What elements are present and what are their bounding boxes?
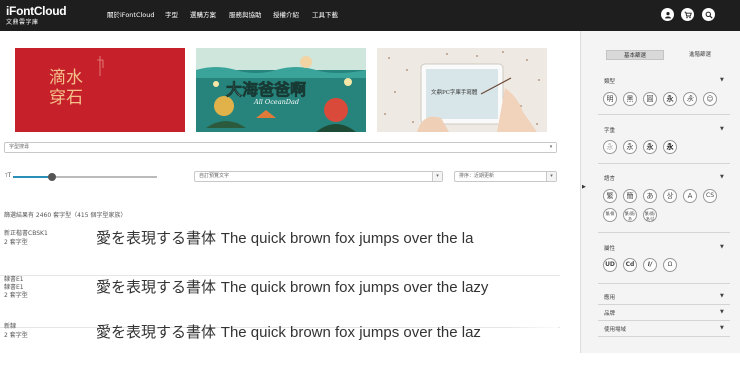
sample-fade	[508, 279, 558, 301]
feature-symbol[interactable]: Ω	[663, 258, 677, 272]
font-count: 2 套字型	[4, 332, 28, 339]
feature-ud[interactable]: UD	[603, 258, 617, 272]
cart-icon[interactable]	[681, 8, 694, 21]
sort-label: 排序：近期更新	[459, 173, 495, 179]
weight-bold[interactable]: 永	[643, 140, 657, 154]
font-row[interactable]: 新正楷書CBSK1 2 套字型 愛を表現する書体 The quick brown…	[0, 224, 560, 276]
collapse-panel-icon[interactable]: ▶	[582, 184, 586, 190]
caret-down-icon[interactable]: ▼	[720, 126, 724, 132]
size-slider-fill	[13, 176, 52, 178]
top-navigation-bar: iFontCloud 文鼎雲字庫 關於iFontCloud 字型 選購方案 服務…	[0, 0, 740, 31]
divider	[598, 304, 730, 305]
font-name[interactable]: 隸書E1	[4, 276, 24, 284]
caret-down-icon[interactable]: ▼	[720, 293, 724, 299]
font-category-label: 字型搜尋	[9, 144, 30, 150]
style-fun[interactable]: ☺	[703, 92, 717, 106]
divider	[598, 320, 730, 321]
banner-red-art	[15, 48, 185, 132]
nav-fonts[interactable]: 字型	[165, 9, 178, 19]
search-icon[interactable]	[702, 8, 715, 21]
weight-regular[interactable]: 永	[623, 140, 637, 154]
weight-heavy[interactable]: 永	[663, 140, 677, 154]
sample-text-label: 自訂預覽文字	[199, 173, 230, 179]
nav-about[interactable]: 關於iFontCloud	[107, 9, 155, 19]
section-feature-title: 屬性	[604, 246, 616, 252]
lang-cs[interactable]: CS	[703, 189, 717, 203]
font-name[interactable]: 新隸	[4, 323, 16, 331]
nav-plans[interactable]: 選購方案	[190, 9, 216, 19]
caret-down-icon[interactable]: ▼	[720, 244, 724, 250]
lang-japanese[interactable]: あ	[643, 189, 657, 203]
font-sample[interactable]: 愛を表現する書体 The quick brown fox jumps over …	[96, 228, 556, 249]
sort-select[interactable]: 排序：近期更新 ▾	[454, 171, 557, 182]
divider	[598, 114, 730, 115]
caret-down-icon[interactable]: ▼	[720, 309, 724, 315]
divider	[598, 283, 730, 284]
lang-trad-simp[interactable]: 繁/簡	[603, 208, 617, 222]
banner-ocean[interactable]: 大海爸爸啊 All OceanDad	[196, 48, 366, 132]
style-yuan[interactable]: 圓	[643, 92, 657, 106]
font-name-variant: 隸書E1	[4, 284, 24, 291]
feature-italic[interactable]: I/	[643, 258, 657, 272]
font-row[interactable]: 新隸 2 套字型 愛を表現する書体 The quick brown fox ju…	[0, 322, 560, 374]
tab-advanced-filter[interactable]: 進階篩選	[671, 50, 729, 60]
sample-fade	[508, 230, 558, 252]
style-script[interactable]: 永	[683, 92, 697, 106]
user-icon[interactable]	[661, 8, 674, 21]
weight-light[interactable]: 永	[603, 140, 617, 154]
chevron-down-icon: ▾	[546, 172, 556, 181]
chevron-down-icon: ▾	[546, 143, 556, 152]
lang-trad-simp-jp-kr[interactable]: 繁/簡/あ/상	[643, 208, 657, 222]
feature-cd[interactable]: Cd	[623, 258, 637, 272]
result-summary: 篩選結果有 2460 套字型（415 個字型家族）	[4, 212, 127, 219]
logo-subtitle: 文鼎雲字庫	[6, 19, 39, 26]
style-hei[interactable]: 黑	[623, 92, 637, 106]
caret-down-icon[interactable]: ▼	[720, 77, 724, 83]
banner-red-text: 滴水穿石	[49, 68, 83, 108]
tab-basic-filter[interactable]: 基本篩選	[606, 50, 664, 60]
font-row[interactable]: 隸書E1 隸書E1 2 套字型 愛を表現する書体 The quick brown…	[0, 276, 560, 328]
banner-red[interactable]: 滴水穿石	[15, 48, 185, 132]
lang-latin[interactable]: A	[683, 189, 697, 203]
lang-trad-simp-jp[interactable]: 繁/簡/あ	[623, 208, 637, 222]
caret-down-icon[interactable]: ▼	[720, 325, 724, 331]
lang-korean[interactable]: 상	[663, 189, 677, 203]
main-content: 滴水穿石 大海爸爸啊 All OceanDad 文鼎PC字庫手寫體 字型搜尋 ▾…	[0, 31, 580, 353]
size-slider[interactable]	[13, 173, 157, 181]
banner-tablet-text: 文鼎PC字庫手寫體	[431, 90, 478, 96]
style-calligraphy[interactable]: 永	[663, 92, 677, 106]
size-slider-thumb[interactable]	[47, 173, 56, 181]
section-style-title: 類型	[604, 79, 616, 85]
logo[interactable]: iFontCloud	[6, 4, 67, 18]
font-sample[interactable]: 愛を表現する書体 The quick brown fox jumps over …	[96, 277, 556, 298]
size-label: TT	[5, 172, 12, 179]
section-use-title[interactable]: 應用	[604, 293, 615, 301]
section-weight-title: 字重	[604, 128, 616, 134]
section-brand-title[interactable]: 品牌	[604, 309, 615, 317]
chevron-down-icon: ▾	[432, 172, 442, 181]
sample-text-input[interactable]: 自訂預覽文字 ▾	[194, 171, 443, 182]
nav-license[interactable]: 授權介紹	[273, 9, 299, 19]
banner-ocean-subtitle: All OceanDad	[254, 98, 300, 106]
caret-down-icon[interactable]: ▼	[720, 174, 724, 180]
lang-simplified[interactable]: 簡	[623, 189, 637, 203]
divider	[598, 336, 730, 337]
style-ming[interactable]: 明	[603, 92, 617, 106]
sample-fade	[508, 324, 558, 346]
section-scenario-title[interactable]: 使用場域	[604, 325, 626, 333]
font-count: 2 套字型	[4, 239, 28, 246]
banner-ocean-title: 大海爸爸啊	[226, 80, 307, 100]
nav-support[interactable]: 服務與協助	[229, 9, 262, 19]
section-language-title: 語言	[604, 176, 616, 182]
divider	[598, 163, 730, 164]
font-name[interactable]: 新正楷書CBSK1	[4, 230, 48, 238]
nav-tools[interactable]: 工具下載	[312, 9, 338, 19]
banner-tablet[interactable]: 文鼎PC字庫手寫體	[377, 48, 547, 132]
font-count: 2 套字型	[4, 292, 28, 299]
lang-traditional[interactable]: 繁	[603, 189, 617, 203]
divider	[598, 232, 730, 233]
font-category-select[interactable]: 字型搜尋 ▾	[4, 142, 557, 153]
font-sample[interactable]: 愛を表現する書体 The quick brown fox jumps over …	[96, 322, 556, 343]
